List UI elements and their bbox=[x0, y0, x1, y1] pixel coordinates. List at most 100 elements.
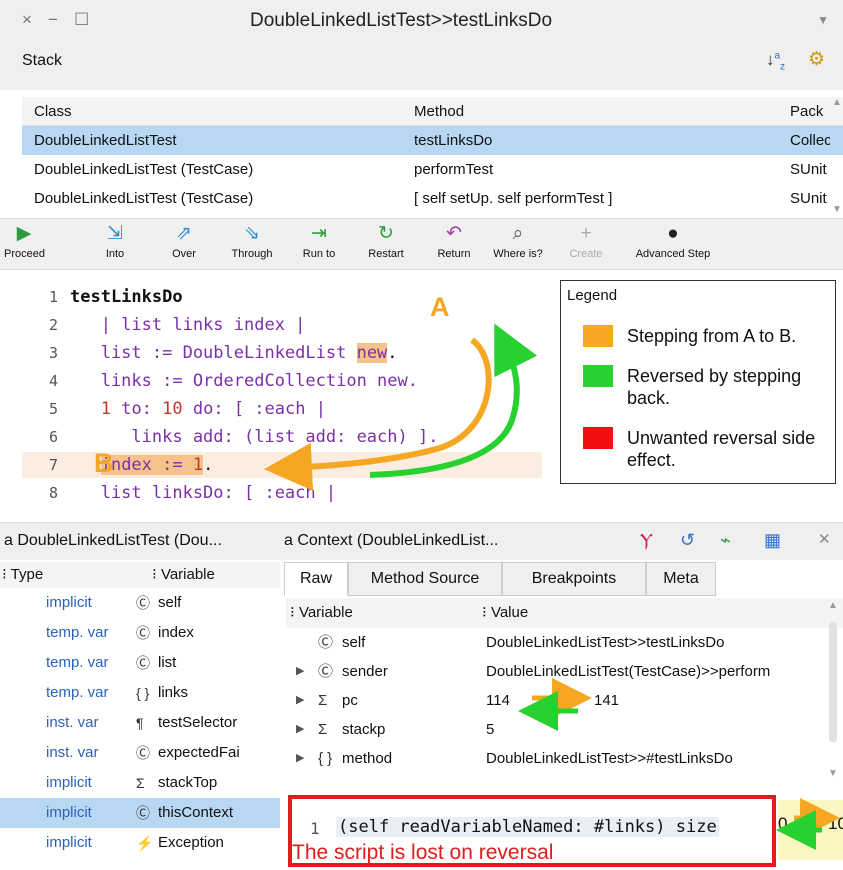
class-icon: Ⓒ bbox=[318, 634, 334, 651]
class-icon: Ⓒ bbox=[136, 625, 150, 641]
expand-icon[interactable]: ▶ bbox=[296, 657, 304, 686]
settings-icon[interactable]: ⚙ bbox=[808, 48, 825, 71]
expand-icon[interactable]: ▶ bbox=[296, 686, 304, 715]
raw-value-column-header[interactable]: ⁝ Value bbox=[482, 598, 528, 628]
maximize-icon[interactable]: ☐ bbox=[74, 10, 89, 30]
window-title-bar: × − ☐ DoubleLinkedListTest>>testLinksDo … bbox=[0, 0, 843, 44]
step-through-button[interactable]: ⇘ Through bbox=[226, 222, 278, 260]
variable-column-header[interactable]: ⁝ Variable bbox=[152, 562, 215, 588]
raw-row[interactable]: Ⓒself DoubleLinkedListTest>>testLinksDo bbox=[286, 628, 843, 657]
code-text: | list links index | bbox=[70, 315, 306, 335]
result-before: 0 bbox=[778, 814, 788, 833]
variable-row[interactable]: temp. var Ⓒlist bbox=[0, 648, 280, 678]
variable-row[interactable]: implicit ⚡ Exception bbox=[0, 828, 280, 858]
tab-method-source[interactable]: Method Source bbox=[348, 562, 502, 596]
close-icon[interactable]: ✕ bbox=[818, 530, 831, 548]
grid-icon[interactable]: ▦ bbox=[764, 530, 781, 551]
stack-row[interactable]: DoubleLinkedListTest (TestCase) [ self s… bbox=[22, 184, 843, 213]
marker-a: A bbox=[430, 292, 450, 322]
refresh-icon[interactable]: ↺ bbox=[680, 530, 695, 551]
restart-icon: ↻ bbox=[378, 223, 394, 244]
advanced-step-button[interactable]: ● Advanced Step bbox=[628, 222, 718, 260]
window-menu-icon[interactable]: ▼ bbox=[817, 13, 829, 27]
class-icon: Ⓒ bbox=[136, 655, 150, 671]
raw-row[interactable]: ▶ { } method DoubleLinkedListTest>>#testLin… bbox=[286, 744, 843, 773]
proceed-button[interactable]: ▶ Proceed bbox=[4, 222, 45, 260]
restart-label: Restart bbox=[368, 248, 404, 260]
column-header-pack[interactable]: Pack bbox=[790, 97, 830, 125]
create-button[interactable]: + Create bbox=[566, 222, 606, 260]
code-text: links add: (list add: each) ]. bbox=[70, 427, 439, 447]
script-editor[interactable]: 1 (self readVariableNamed: #links) size … bbox=[288, 795, 776, 867]
run-to-button[interactable]: ⇥ Run to bbox=[296, 222, 342, 260]
stack-row[interactable]: DoubleLinkedListTest (TestCase) performT… bbox=[22, 155, 843, 184]
variable-row[interactable]: temp. var { } links bbox=[0, 678, 280, 708]
sort-icon[interactable]: ↓az bbox=[766, 50, 785, 72]
raw-row[interactable]: ▶ Σstackp 5 bbox=[286, 715, 843, 744]
create-icon: + bbox=[580, 223, 592, 244]
minimize-icon[interactable]: − bbox=[48, 10, 58, 30]
scroll-down-icon[interactable]: ▼ bbox=[828, 768, 838, 779]
code-line[interactable]: 6 links add: (list add: each) ]. bbox=[22, 424, 542, 450]
type-column-header[interactable]: ⁝ Type bbox=[2, 562, 43, 588]
code-text: list := DoubleLinkedList bbox=[70, 343, 357, 363]
variable-name: thisContext bbox=[158, 804, 234, 821]
highlighted-code: new bbox=[356, 343, 388, 363]
where-is-button[interactable]: ⌕ Where is? bbox=[490, 222, 546, 260]
variable-row[interactable]: inst. var ⒸexpectedFai bbox=[0, 738, 280, 768]
variable-row[interactable]: implicit Ⓒself bbox=[0, 588, 280, 618]
column-header-class[interactable]: Class bbox=[34, 97, 414, 125]
stack-row[interactable]: DoubleLinkedListTest testLinksDo Collec bbox=[22, 126, 843, 155]
legend-swatch bbox=[583, 325, 613, 347]
raw-row[interactable]: ▶ Σpc 114 141 bbox=[286, 686, 843, 715]
into-label: Into bbox=[105, 248, 125, 260]
stack-scrollbar[interactable]: ▲ ▼ bbox=[832, 97, 843, 215]
variable-row[interactable]: temp. var Ⓒindex bbox=[0, 618, 280, 648]
pin-icon[interactable]: Ⲩ bbox=[640, 530, 653, 551]
step-into-icon: ⇲ bbox=[107, 223, 123, 244]
tab-breakpoints[interactable]: Breakpoints bbox=[502, 562, 646, 596]
variable-row[interactable]: inst. var ¶ testSelector bbox=[0, 708, 280, 738]
scroll-thumb[interactable] bbox=[829, 622, 837, 742]
code-line[interactable]: 1 testLinksDo bbox=[22, 284, 542, 310]
scroll-up-icon[interactable]: ▲ bbox=[828, 600, 838, 611]
stack-label: Stack bbox=[22, 52, 63, 69]
debugger-toolbar: ▶ Proceed ⇲ Into ⇗ Over ⇘ Through ⇥ Run … bbox=[0, 218, 843, 270]
code-text: testLinksDo bbox=[70, 287, 183, 307]
return-button[interactable]: ↶ Return bbox=[432, 222, 476, 260]
variable-type: implicit bbox=[46, 594, 92, 611]
code-line[interactable]: 4 links := OrderedCollection new. bbox=[22, 368, 542, 394]
step-into-button[interactable]: ⇲ Into bbox=[100, 222, 130, 260]
column-header-method[interactable]: Method bbox=[414, 97, 784, 125]
code-line[interactable]: 3 list := DoubleLinkedList new. bbox=[22, 340, 542, 366]
expand-icon[interactable]: ▶ bbox=[296, 744, 304, 773]
raw-variable-column-header[interactable]: ⁝ Variable bbox=[290, 598, 353, 628]
variable-row[interactable]: implicit ΣstackTop bbox=[0, 768, 280, 798]
code-line[interactable]: 8 list linksDo: [ :each | bbox=[22, 480, 542, 506]
script-code[interactable]: (self readVariableNamed: #links) size bbox=[336, 817, 719, 837]
step-over-button[interactable]: ⇗ Over bbox=[166, 222, 202, 260]
raw-row[interactable]: ▶ Ⓒsender DoubleLinkedListTest(TestCase)>>… bbox=[286, 657, 843, 686]
run-to-icon: ⇥ bbox=[311, 223, 327, 244]
tab-meta[interactable]: Meta bbox=[646, 562, 716, 596]
raw-variable-value: DoubleLinkedListTest>>testLinksDo bbox=[486, 634, 725, 651]
restart-button[interactable]: ↻ Restart bbox=[362, 222, 410, 260]
script-result: 0 10 bbox=[778, 800, 843, 860]
scroll-down-icon[interactable]: ▼ bbox=[832, 204, 842, 215]
code-text: list linksDo: [ :each | bbox=[70, 483, 337, 503]
variable-row-selected[interactable]: implicit ⒸthisContext bbox=[0, 798, 280, 828]
stack-table: Class Method Pack DoubleLinkedListTest t… bbox=[22, 97, 843, 213]
variables-list: ⁝ Type ⁝ Variable implicit Ⓒself temp. va… bbox=[0, 562, 280, 862]
close-icon[interactable]: × bbox=[22, 10, 32, 30]
expand-icon[interactable]: ▶ bbox=[296, 715, 304, 744]
highlighted-code: index := bbox=[100, 455, 193, 475]
scroll-up-icon[interactable]: ▲ bbox=[832, 97, 842, 108]
tab-raw[interactable]: Raw bbox=[284, 562, 348, 596]
code-line[interactable]: 2 | list links index | bbox=[22, 312, 542, 338]
legend-label: Unwanted reversal side effect. bbox=[627, 428, 816, 470]
browse-icon[interactable]: ⌁ bbox=[720, 530, 731, 551]
raw-variable-name: pc bbox=[342, 692, 358, 709]
raw-scrollbar[interactable]: ▲ ▼ bbox=[826, 600, 840, 790]
code-line[interactable]: 5 1 to: 10 do: [ :each | bbox=[22, 396, 542, 422]
code-number: 1 bbox=[100, 399, 111, 419]
